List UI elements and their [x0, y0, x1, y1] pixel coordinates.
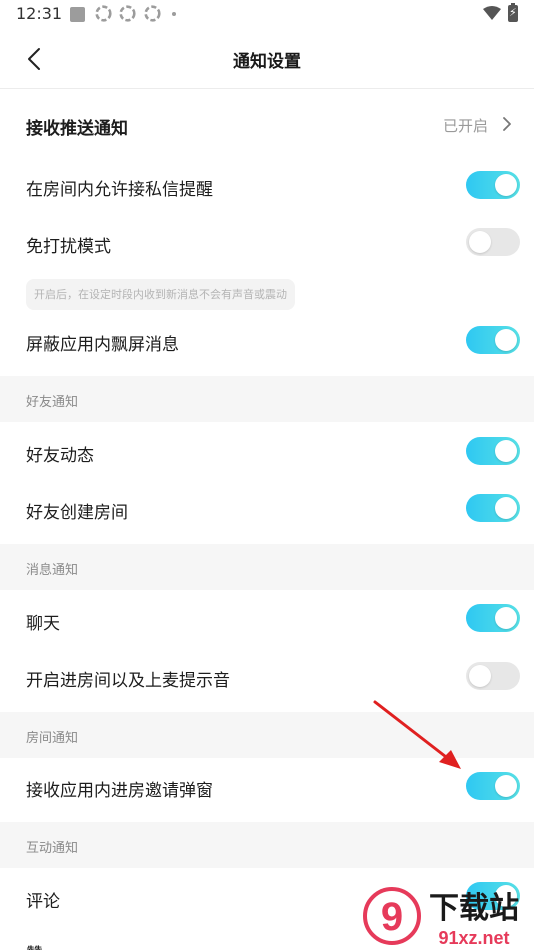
section-interaction: 互动通知: [0, 822, 534, 868]
battery-icon: ⚡: [508, 3, 518, 22]
comment-label: 评论: [26, 892, 60, 912]
dnd-hint: 开启后，在设定时段内收到新消息不会有声音或震动: [26, 279, 295, 310]
chat-toggle[interactable]: [466, 604, 520, 632]
app-icon: [95, 5, 112, 22]
section-title: 互动通知: [26, 841, 79, 856]
friend-feed-label: 好友动态: [26, 446, 94, 466]
status-bar: 12:31 ⚡: [0, 0, 534, 28]
toggle-knob: [495, 607, 517, 629]
wifi-icon: [483, 6, 501, 20]
section-title: 好友通知: [26, 395, 79, 410]
block-float-row: 屏蔽应用内飘屏消息: [0, 312, 534, 376]
watermark-url: 91xz.net: [438, 928, 509, 948]
like-label: 赞: [26, 940, 43, 950]
private-message-row: 在房间内允许接私信提醒: [0, 156, 534, 214]
page-title: 通知设置: [233, 52, 301, 72]
watermark-text: 下载站: [429, 891, 519, 926]
section-title: 房间通知: [26, 731, 79, 746]
toggle-knob: [495, 497, 517, 519]
private-message-label: 在房间内允许接私信提醒: [26, 180, 213, 200]
annotation-arrow-icon: [373, 700, 461, 769]
watermark-logo: 9 下载站 91xz.net: [363, 887, 519, 948]
toggle-knob: [495, 440, 517, 462]
room-sound-toggle[interactable]: [466, 662, 520, 690]
private-message-toggle[interactable]: [466, 171, 520, 199]
chat-row: 聊天: [0, 590, 534, 648]
app-icon: [144, 5, 161, 22]
friend-feed-toggle[interactable]: [466, 437, 520, 465]
toggle-knob: [495, 775, 517, 797]
friend-feed-row: 好友动态: [0, 422, 534, 480]
chat-label: 聊天: [26, 614, 60, 634]
toggle-knob: [469, 665, 491, 687]
toggle-knob: [495, 174, 517, 196]
chevron-right-icon: [503, 117, 511, 131]
section-friends: 好友通知: [0, 376, 534, 422]
header: 通知设置: [0, 28, 534, 89]
push-notification-label: 接收推送通知: [26, 119, 128, 139]
status-time: 12:31: [16, 4, 63, 23]
dnd-label: 免打扰模式: [26, 237, 111, 257]
room-sound-label: 开启进房间以及上麦提示音: [26, 671, 230, 691]
gallery-icon: [70, 7, 85, 22]
push-notification-row[interactable]: 接收推送通知 已开启: [0, 90, 534, 156]
friend-room-label: 好友创建房间: [26, 503, 128, 523]
room-invite-label: 接收应用内进房邀请弹窗: [26, 781, 213, 801]
friend-room-toggle[interactable]: [466, 494, 520, 522]
dot-icon: [172, 12, 176, 16]
block-float-label: 屏蔽应用内飘屏消息: [26, 335, 179, 355]
toggle-knob: [495, 329, 517, 351]
section-messages: 消息通知: [0, 544, 534, 590]
section-title: 消息通知: [26, 563, 79, 578]
push-notification-status: 已开启: [442, 117, 488, 135]
dnd-row: 免打扰模式: [0, 214, 534, 272]
block-float-toggle[interactable]: [466, 326, 520, 354]
watermark-logo-text: 9: [381, 895, 403, 939]
app-icon: [119, 5, 136, 22]
dnd-toggle[interactable]: [466, 228, 520, 256]
friend-room-row: 好友创建房间: [0, 480, 534, 544]
room-invite-toggle[interactable]: [466, 772, 520, 800]
toggle-knob: [469, 231, 491, 253]
